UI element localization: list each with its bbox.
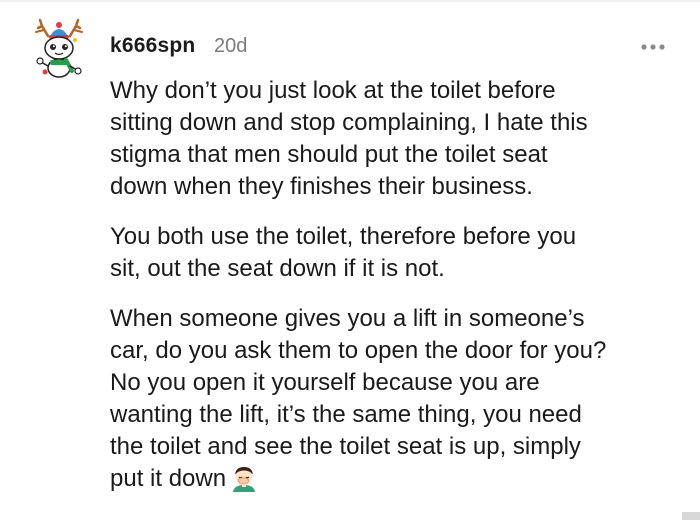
comment-timestamp: 20d bbox=[214, 35, 248, 57]
comment-last-line: put it down bbox=[110, 463, 685, 501]
top-divider bbox=[0, 0, 700, 2]
comment-author[interactable]: k666spn bbox=[110, 34, 195, 58]
comment-paragraph-2: You both use the toilet, therefore befor… bbox=[110, 221, 685, 285]
comment-line: car, do you ask them to open the door fo… bbox=[110, 337, 607, 364]
comment-line: stigma that men should put the toilet se… bbox=[110, 141, 548, 168]
comment-line: sit, out the seat down if it is not. bbox=[110, 255, 445, 282]
comment-line: When someone gives you a lift in someone… bbox=[110, 305, 585, 332]
scroll-edge-indicator bbox=[682, 512, 700, 520]
comment-paragraph-1: Why don’t you just look at the toilet be… bbox=[110, 75, 685, 203]
more-options-icon[interactable] bbox=[640, 40, 666, 52]
comment-paragraph-3: When someone gives you a lift in someone… bbox=[110, 303, 685, 501]
comment-line: You both use the toilet, therefore befor… bbox=[110, 223, 577, 250]
reindeer-snoo-avatar-icon[interactable] bbox=[30, 16, 88, 80]
comment-line: down when they finishes their business. bbox=[110, 173, 533, 200]
facepalm-emoji-icon bbox=[230, 464, 258, 501]
comment-line: Why don’t you just look at the toilet be… bbox=[110, 77, 556, 104]
comment-body: Why don’t you just look at the toilet be… bbox=[110, 75, 685, 519]
comment-line: No you open it yourself because you are bbox=[110, 369, 540, 396]
comment-line: put it down bbox=[110, 465, 227, 492]
comment-page: k666spn 20d Why don’t you just look at t… bbox=[0, 0, 700, 520]
comment-line: the toilet and see the toilet seat is up… bbox=[110, 433, 581, 460]
comment-line: sitting down and stop complaining, I hat… bbox=[110, 109, 588, 136]
comment-line: wanting the lift, it’s the same thing, y… bbox=[110, 401, 582, 428]
